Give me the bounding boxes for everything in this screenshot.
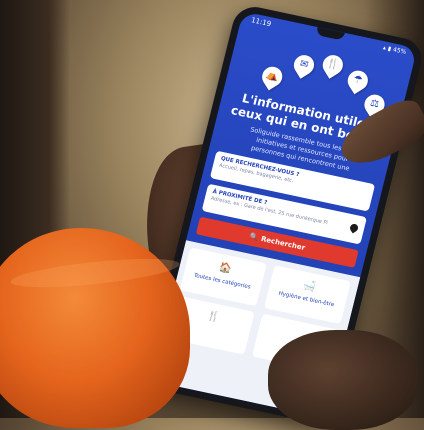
category-hygiene[interactable]: 🛁 Hygiène et bien-être	[264, 265, 351, 325]
map-pin-icon: 🍴	[318, 51, 347, 79]
search-button-label: Rechercher	[260, 234, 306, 253]
status-icons: ▴ ▮ 45%	[382, 44, 407, 56]
map-pin-icon: ✉	[290, 51, 318, 79]
right-hand	[268, 330, 418, 430]
map-pin-icon: ☂	[343, 66, 372, 95]
category-all[interactable]: 🏠 Toutes les catégories	[179, 247, 267, 307]
search-icon: 🔍	[248, 232, 260, 243]
status-time: 11:19	[250, 16, 272, 29]
map-pin-icon: ⛺	[258, 62, 287, 91]
